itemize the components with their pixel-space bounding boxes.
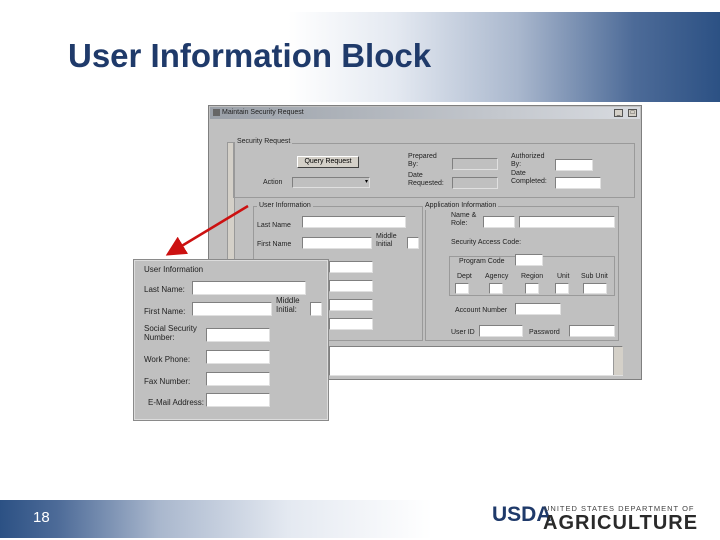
zoom-middle-initial-field[interactable] [310, 302, 322, 316]
zoom-email-label: E-Mail Address: [148, 398, 205, 407]
zoom-work-phone-label: Work Phone: [144, 355, 191, 364]
zoom-fax-number-label: Fax Number: [144, 377, 191, 386]
user-information-zoom-panel: User Information Last Name: First Name: … [133, 259, 329, 421]
zoom-ssn-label: Social Security Number: [144, 324, 197, 342]
pointer-arrow [165, 204, 249, 256]
zoom-email-field[interactable] [206, 393, 270, 407]
zoom-last-name-field[interactable] [192, 281, 306, 295]
zoom-first-name-field[interactable] [192, 302, 272, 316]
zoom-middle-initial-label: Middle Initial: [276, 296, 300, 314]
zoom-fax-number-field[interactable] [206, 372, 270, 386]
zoom-last-name-label: Last Name: [144, 285, 185, 294]
zoom-group-label: User Information [144, 265, 204, 274]
zoom-work-phone-field[interactable] [206, 350, 270, 364]
zoom-ssn-field[interactable] [206, 328, 270, 342]
zoom-first-name-label: First Name: [144, 307, 186, 316]
